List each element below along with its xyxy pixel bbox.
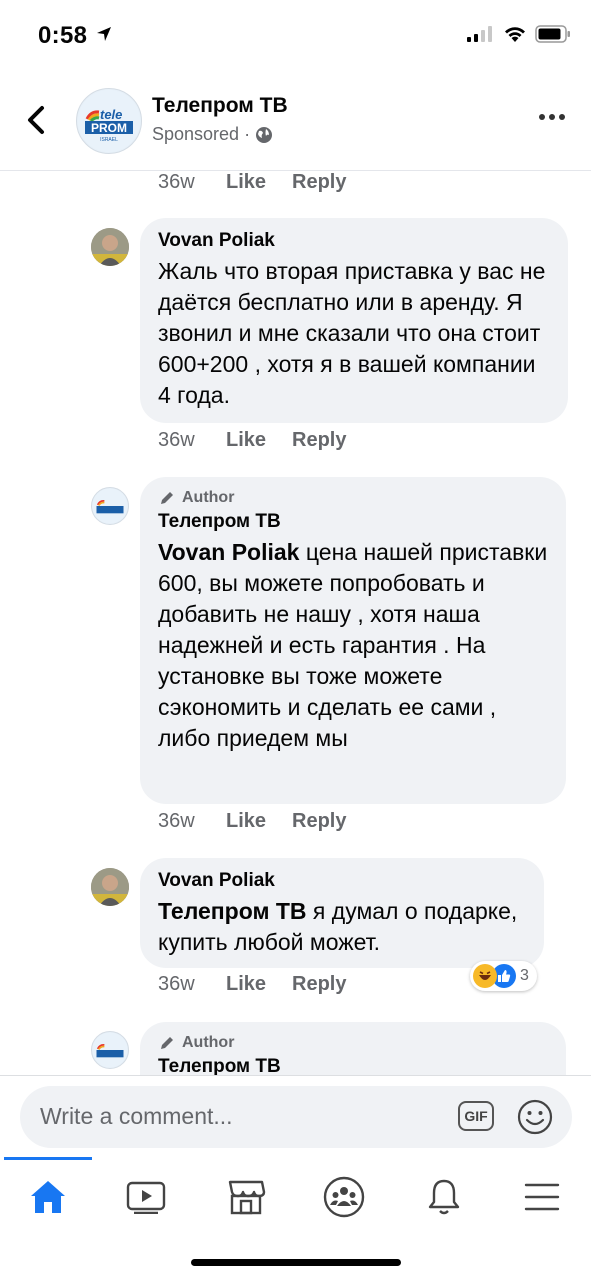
telprom-logo-icon xyxy=(92,488,128,524)
user-avatar[interactable] xyxy=(91,868,129,906)
emoji-icon[interactable] xyxy=(516,1098,554,1136)
sponsored-text: Sponsored · xyxy=(152,124,251,144)
comment-time: 36w xyxy=(158,810,195,832)
location-arrow-icon xyxy=(97,27,111,41)
home-icon[interactable] xyxy=(20,1169,76,1225)
pencil-icon xyxy=(161,1037,173,1049)
comment-input[interactable]: Write a comment... GIF xyxy=(20,1086,572,1148)
author-badge-label: Author xyxy=(182,1034,235,1051)
status-time: 0:58 xyxy=(38,22,88,49)
video-icon[interactable] xyxy=(118,1169,174,1225)
comment-time: 36w xyxy=(158,429,195,451)
author-badge: Author xyxy=(158,489,548,507)
cellular-signal-icon xyxy=(467,26,492,42)
reply-button[interactable]: Reply xyxy=(292,429,346,452)
comment-author[interactable]: Телепром ТВ xyxy=(158,1056,548,1075)
page-avatar[interactable]: tele PROM ISRAEL xyxy=(76,88,142,154)
comment-bubble: Author Телепром ТВ xyxy=(140,1022,566,1075)
comment-bubble: Vovan Poliak Жаль что вторая приставка у… xyxy=(140,218,568,423)
notifications-icon[interactable] xyxy=(416,1169,472,1225)
more-options-icon[interactable] xyxy=(539,114,565,120)
reply-button[interactable]: Reply xyxy=(292,171,346,194)
active-tab-indicator xyxy=(4,1157,92,1160)
comment-actions: 36w Like Reply xyxy=(158,973,346,996)
user-avatar[interactable] xyxy=(91,228,129,266)
reactions-badge[interactable]: 3 xyxy=(470,961,537,991)
reply-button[interactable]: Reply xyxy=(292,973,346,996)
comment-time: 36w xyxy=(158,171,195,193)
status-bar: 0:58 xyxy=(0,0,591,72)
like-button[interactable]: Like xyxy=(226,810,292,833)
comment-actions: 36w Like Reply xyxy=(158,171,346,194)
mention-link[interactable]: Vovan Poliak xyxy=(158,539,299,565)
post-header: tele PROM ISRAEL Телепром ТВ Sponsored · xyxy=(0,72,591,171)
haha-reaction-icon xyxy=(473,964,497,988)
battery-icon xyxy=(535,25,570,43)
comment-composer: Write a comment... GIF xyxy=(0,1075,591,1158)
author-badge: Author xyxy=(158,1034,548,1052)
page-avatar-small[interactable] xyxy=(91,487,129,525)
author-badge-label: Author xyxy=(182,489,235,506)
like-button[interactable]: Like xyxy=(226,429,292,452)
wifi-icon xyxy=(505,27,525,42)
globe-icon xyxy=(256,126,273,143)
comment-author[interactable]: Телепром ТВ xyxy=(158,511,548,533)
comment-author[interactable]: Vovan Poliak xyxy=(158,230,550,252)
status-icons xyxy=(467,25,571,43)
reply-button[interactable]: Reply xyxy=(292,810,346,833)
groups-icon[interactable] xyxy=(316,1169,372,1225)
user-photo xyxy=(91,228,129,266)
comment-actions: 36w Like Reply xyxy=(158,429,346,452)
gif-button[interactable]: GIF xyxy=(458,1101,494,1131)
back-arrow-icon[interactable] xyxy=(22,102,52,138)
home-indicator xyxy=(191,1259,401,1266)
comment-text: Телепром ТВ я думал о подарке, купить лю… xyxy=(158,896,526,958)
comment-text: Жаль что вторая приставка у вас не даётс… xyxy=(158,258,546,408)
logo-text-israel: ISRAEL xyxy=(100,137,118,143)
logo-text-prom: PROM xyxy=(91,121,127,135)
page-name[interactable]: Телепром ТВ xyxy=(152,94,288,118)
comment-actions: 36w Like Reply xyxy=(158,810,346,833)
user-photo xyxy=(91,868,129,906)
comment-author[interactable]: Vovan Poliak xyxy=(158,870,526,892)
marketplace-icon[interactable] xyxy=(218,1169,274,1225)
comment-text: Vovan Poliak цена нашей приставки 600, в… xyxy=(158,537,548,754)
comments-list: 36w Like Reply Vovan Poliak Жаль что вто… xyxy=(0,171,591,1075)
sponsored-label: Sponsored · xyxy=(152,124,273,145)
logo-text-tele: tele xyxy=(100,107,122,122)
comment-body: цена нашей приставки 600, вы можете попр… xyxy=(158,539,548,751)
like-button[interactable]: Like xyxy=(226,171,292,194)
page-avatar-small[interactable] xyxy=(91,1031,129,1069)
pencil-icon xyxy=(161,492,173,504)
comment-placeholder: Write a comment... xyxy=(40,1103,233,1129)
like-button[interactable]: Like xyxy=(226,973,292,996)
comment-bubble: Author Телепром ТВ Vovan Poliak цена наш… xyxy=(140,477,566,804)
menu-icon[interactable] xyxy=(514,1169,570,1225)
telprom-logo-icon xyxy=(92,1032,128,1068)
telprom-logo-icon: tele PROM ISRAEL xyxy=(78,90,140,152)
comment-time: 36w xyxy=(158,973,195,995)
comment-bubble: Vovan Poliak Телепром ТВ я думал о подар… xyxy=(140,858,544,968)
reaction-count: 3 xyxy=(520,967,529,984)
mention-link[interactable]: Телепром ТВ xyxy=(158,898,307,924)
